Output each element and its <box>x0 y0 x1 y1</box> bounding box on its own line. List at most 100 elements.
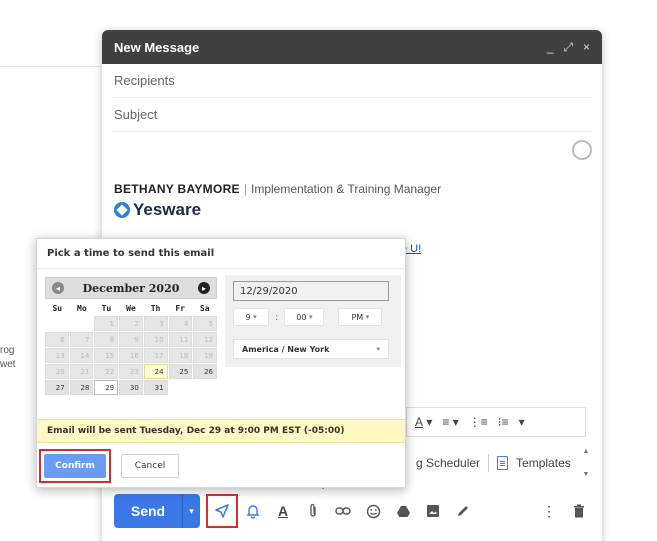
weekday-label: Fr <box>175 304 185 313</box>
calendar-day: 4 <box>168 316 193 331</box>
calendar-day: 1 <box>94 316 119 331</box>
recipients-field[interactable]: Recipients <box>112 64 592 98</box>
scheduler-addon-button[interactable]: g Scheduler <box>416 456 480 470</box>
calendar-day[interactable]: 24 <box>143 364 168 379</box>
inbox-fragment-1: rog <box>0 345 15 356</box>
formatting-toolbar: A ▾ ≡ ▾ ⋮≡ ⁝≡ ▾ <box>406 407 586 437</box>
addons-bar: g Scheduler Templates <box>406 448 576 478</box>
tracking-toggle-icon[interactable] <box>572 140 592 160</box>
weekday-label: Th <box>150 304 161 313</box>
text-color-icon[interactable]: A ▾ <box>415 415 432 429</box>
calendar-day: 10 <box>143 332 168 347</box>
formatting-options-icon[interactable]: A <box>268 494 298 528</box>
calendar-day: 11 <box>168 332 193 347</box>
calendar-day: 18 <box>168 348 193 363</box>
calendar-day: 15 <box>94 348 119 363</box>
popup-title: Pick a time to send this email <box>37 239 405 269</box>
calendar-blank-cell <box>45 316 69 331</box>
numbered-list-icon[interactable]: ⋮≡ <box>469 415 488 429</box>
close-icon[interactable]: × <box>583 40 590 55</box>
cancel-button[interactable]: Cancel <box>121 454 179 478</box>
ampm-select[interactable]: PM ▾ <box>338 308 383 326</box>
calendar-day[interactable]: 31 <box>143 380 168 395</box>
inbox-fragment-2: wet <box>0 359 16 370</box>
chevron-down-icon: ▾ <box>376 345 380 353</box>
more-formatting-icon[interactable]: ▾ <box>519 415 525 429</box>
attach-file-icon[interactable] <box>298 494 328 528</box>
calendar-day: 19 <box>193 348 217 363</box>
yesware-logo: Yesware <box>114 200 201 220</box>
send-options-button[interactable]: ▾ <box>182 494 200 528</box>
yesware-logo-text: Yesware <box>133 200 202 219</box>
discard-draft-icon[interactable] <box>564 494 594 528</box>
calendar: ◂ December 2020 ▸ Su Mo Tu We Th Fr Sa 1234567… <box>45 277 217 395</box>
calendar-day[interactable]: 26 <box>193 364 217 379</box>
schedule-popup: Pick a time to send this email ◂ Decembe… <box>36 238 406 488</box>
weekday-label: We <box>126 304 136 313</box>
align-icon[interactable]: ≡ ▾ <box>442 415 458 429</box>
send-button[interactable]: Send <box>114 494 182 528</box>
time-selectors: 9 ▾ : 00 ▾ PM ▾ <box>233 308 383 326</box>
calendar-day: 12 <box>193 332 217 347</box>
compose-title: New Message <box>114 39 200 55</box>
calendar-day: 17 <box>143 348 168 363</box>
calendar-day: 23 <box>119 364 143 379</box>
calendar-day: 21 <box>69 364 94 379</box>
prev-month-icon[interactable]: ◂ <box>52 282 64 294</box>
signature-separator: | <box>243 182 247 196</box>
templates-button[interactable]: Templates <box>516 456 571 470</box>
bulleted-list-icon[interactable]: ⁝≡ <box>498 415 509 429</box>
timezone-value: America / New York <box>242 344 330 354</box>
insert-link-icon[interactable] <box>328 494 358 528</box>
time-colon: : <box>275 311 279 323</box>
minute-select[interactable]: 00 ▾ <box>284 308 325 326</box>
subject-field[interactable]: Subject <box>112 98 592 132</box>
weekday-label: Su <box>52 304 63 313</box>
calendar-day: 22 <box>94 364 119 379</box>
addons-scroller[interactable]: ▲ ▼ <box>581 448 591 478</box>
signature-line: BETHANY BAYMORE | Implementation & Trainin… <box>114 182 441 196</box>
next-month-icon[interactable]: ▸ <box>198 282 210 294</box>
calendar-day: 13 <box>45 348 69 363</box>
page: rog wet New Message _ ⤢ × Recipients Sub… <box>0 0 657 541</box>
signature-pen-icon[interactable] <box>448 494 478 528</box>
schedule-notice: Email will be sent Tuesday, Dec 29 at 9:… <box>37 419 405 443</box>
calendar-day: 8 <box>94 332 119 347</box>
calendar-day: 16 <box>119 348 143 363</box>
calendar-month-label: December 2020 <box>82 281 180 295</box>
date-input[interactable]: 12/29/2020 <box>233 281 389 301</box>
inbox-divider <box>0 66 102 67</box>
signature-role: Implementation & Training Manager <box>250 182 442 196</box>
calendar-day[interactable]: 28 <box>69 380 94 395</box>
calendar-day[interactable]: 27 <box>45 380 69 395</box>
emoji-icon[interactable] <box>358 494 388 528</box>
expand-icon[interactable]: ⤢ <box>563 40 573 55</box>
minimize-icon[interactable]: _ <box>547 40 554 55</box>
yesware-logo-icon <box>114 202 130 218</box>
scroll-down-icon[interactable]: ▼ <box>583 471 590 478</box>
timezone-select[interactable]: America / New York ▾ <box>233 339 389 359</box>
hour-select[interactable]: 9 ▾ <box>233 308 269 326</box>
weekday-label: Sa <box>199 304 210 313</box>
weekday-label: Tu <box>101 304 112 313</box>
weekday-label: Mo <box>77 304 87 313</box>
window-controls: _ ⤢ × <box>547 40 590 55</box>
calendar-day[interactable]: 29 <box>94 380 119 395</box>
calendar-header: ◂ December 2020 ▸ <box>45 277 217 299</box>
calendar-day[interactable]: 30 <box>119 380 143 395</box>
reminder-bell-icon[interactable] <box>238 494 268 528</box>
calendar-day: 9 <box>119 332 143 347</box>
calendar-day: 7 <box>69 332 94 347</box>
confirm-button[interactable]: Confirm <box>44 454 106 478</box>
insert-photo-icon[interactable] <box>418 494 448 528</box>
google-drive-icon[interactable] <box>388 494 418 528</box>
confirm-highlight: Confirm <box>39 449 111 483</box>
scroll-up-icon[interactable]: ▲ <box>583 448 590 455</box>
calendar-day: 3 <box>143 316 168 331</box>
schedule-send-icon[interactable] <box>206 494 238 528</box>
calendar-day[interactable]: 25 <box>168 364 193 379</box>
calendar-blank-cell <box>70 316 94 331</box>
calendar-weekdays: Su Mo Tu We Th Fr Sa <box>45 304 217 313</box>
more-options-icon[interactable]: ⋮ <box>534 494 564 528</box>
calendar-days: 1 2 3 4 5 6 7 8 9 10 11 12 13 14 15 16 17 18 19 20 21 22 23 24 2… <box>45 316 217 395</box>
